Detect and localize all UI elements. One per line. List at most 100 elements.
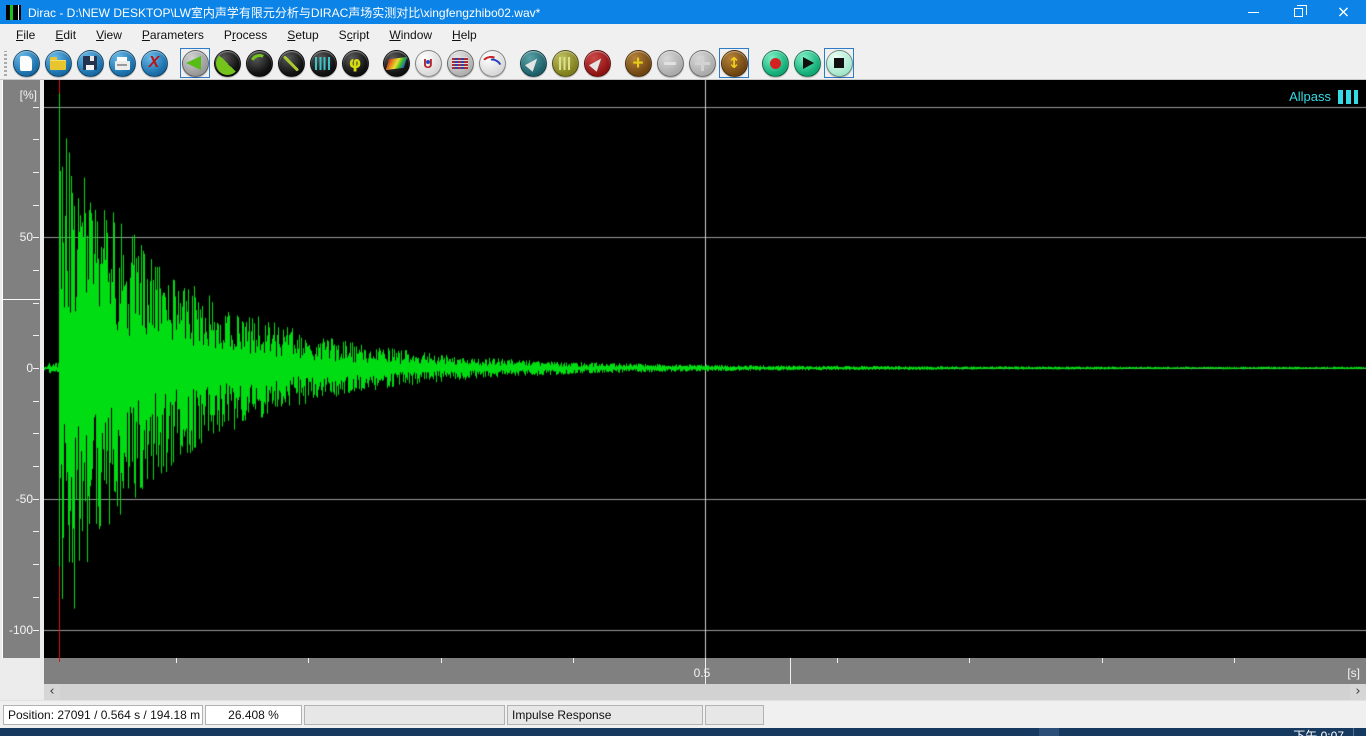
menu-item-setup[interactable]: Setup [277, 24, 328, 47]
status-position: Position: 27091 / 0.564 s / 194.18 m [3, 705, 203, 725]
toolbar-grip[interactable] [4, 51, 7, 76]
stop-button[interactable] [824, 48, 854, 78]
x-icon: X [141, 50, 168, 77]
rainbow-icon [383, 50, 410, 77]
y-axis-tick [33, 531, 39, 532]
zoom-out-button [655, 48, 685, 78]
scrollbar-track[interactable] [60, 684, 1350, 700]
phi-icon: φ [342, 50, 369, 77]
close-button[interactable]: × [1321, 0, 1366, 24]
up-down-arrow-icon: ↕ [721, 50, 748, 77]
minimize-icon [1248, 12, 1259, 13]
minimize-button[interactable] [1231, 0, 1276, 24]
y-axis-label: -100 [3, 623, 33, 637]
scrollbar-corner [0, 684, 44, 700]
printer-icon [109, 50, 136, 77]
channel-label: Allpass [1289, 89, 1331, 104]
y-axis-tick [33, 107, 39, 108]
plus-icon: + [625, 50, 652, 77]
curve-icon [246, 50, 273, 77]
play-icon [794, 50, 821, 77]
menu-item-window[interactable]: Window [379, 24, 442, 47]
taskbar-strip: 下午 0:07 [0, 728, 1366, 736]
menu-item-help[interactable]: Help [442, 24, 487, 47]
status-bar: Position: 27091 / 0.564 s / 194.18 m 26.… [0, 700, 1366, 728]
waveform-canvas[interactable] [44, 80, 1366, 658]
ruler-corner [0, 658, 44, 684]
status-panel-5 [705, 705, 764, 725]
y-axis-tick [33, 597, 39, 598]
arrow-up-right-icon [584, 50, 611, 77]
print-button[interactable] [107, 48, 137, 78]
y-axis-tick [33, 270, 39, 271]
h-scrollbar[interactable]: ‹ › [44, 684, 1366, 700]
app-window: { "window": { "title": "Dirac - D:\\NEW … [0, 0, 1366, 736]
y-axis-tick [33, 433, 39, 434]
marker-tool-button[interactable] [550, 48, 580, 78]
u-badge-button[interactable]: U [413, 48, 443, 78]
diagonal-icon [278, 50, 305, 77]
plot-area: Allpass [44, 80, 1366, 658]
channel-overlay: Allpass [1289, 89, 1358, 104]
view-impulse-response-button[interactable] [180, 48, 210, 78]
pointer-tool-button[interactable] [582, 48, 612, 78]
move-icon [689, 50, 716, 77]
status-mode: Impulse Response [507, 705, 703, 725]
menu-bar: FileEditViewParametersProcessSetupScript… [0, 24, 1366, 47]
cursor-tool-button[interactable] [518, 48, 548, 78]
zoom-in-button[interactable]: + [623, 48, 653, 78]
pie-icon [214, 50, 241, 77]
y-axis-tick [33, 205, 39, 206]
y-axis-tick [33, 335, 39, 336]
view-waterfall-button[interactable] [381, 48, 411, 78]
close-file-button[interactable]: X [139, 48, 169, 78]
ruler-tick [969, 658, 970, 663]
save-file-button[interactable] [75, 48, 105, 78]
ruler-tick [308, 658, 309, 663]
y-axis-tick [33, 139, 39, 140]
taskbar-divider [1353, 728, 1354, 736]
restore-icon [1294, 8, 1303, 17]
view-decay-curve-button[interactable] [244, 48, 274, 78]
new-file-button[interactable] [11, 48, 41, 78]
view-spectrum-button[interactable] [308, 48, 338, 78]
menu-item-file[interactable]: File [6, 24, 45, 47]
restore-button[interactable] [1276, 0, 1321, 24]
view-phase-button[interactable]: φ [340, 48, 370, 78]
time-ruler[interactable]: [s] 0.5 [44, 658, 1366, 684]
menu-item-parameters[interactable]: Parameters [132, 24, 214, 47]
y-axis-tick [33, 630, 39, 631]
view-slope-button[interactable] [276, 48, 306, 78]
play-button[interactable] [792, 48, 822, 78]
vertical-zoom-button[interactable]: ↕ [719, 48, 749, 78]
ruler-tick [441, 658, 442, 663]
floppy-icon [77, 50, 104, 77]
stop-icon [826, 50, 853, 77]
menu-item-script[interactable]: Script [329, 24, 380, 47]
y-axis-tick [33, 564, 39, 565]
y-axis-tick [33, 499, 39, 500]
wedge-icon [182, 50, 209, 77]
table-icon [447, 50, 474, 77]
taskbar-clock[interactable]: 下午 0:07 [1293, 729, 1344, 736]
chevron-right-icon: › [1355, 684, 1360, 699]
x-axis-unit: [s] [1347, 666, 1360, 680]
open-file-button[interactable] [43, 48, 73, 78]
graph-icon [479, 50, 506, 77]
parameter-table-button[interactable] [445, 48, 475, 78]
y-axis[interactable]: [%] 500-50-100 [2, 80, 40, 658]
record-button[interactable] [760, 48, 790, 78]
menu-item-process[interactable]: Process [214, 24, 277, 47]
y-axis-tick [33, 368, 39, 369]
ruler-tick [837, 658, 838, 663]
scroll-left-button[interactable]: ‹ [44, 684, 60, 700]
scroll-right-button[interactable]: › [1350, 684, 1366, 700]
menu-item-view[interactable]: View [86, 24, 132, 47]
frequency-response-button[interactable] [477, 48, 507, 78]
y-axis-unit: [%] [3, 88, 37, 102]
record-icon [762, 50, 789, 77]
view-energy-button[interactable] [212, 48, 242, 78]
y-axis-tick [33, 303, 39, 304]
app-icon [6, 5, 21, 20]
menu-item-edit[interactable]: Edit [45, 24, 86, 47]
